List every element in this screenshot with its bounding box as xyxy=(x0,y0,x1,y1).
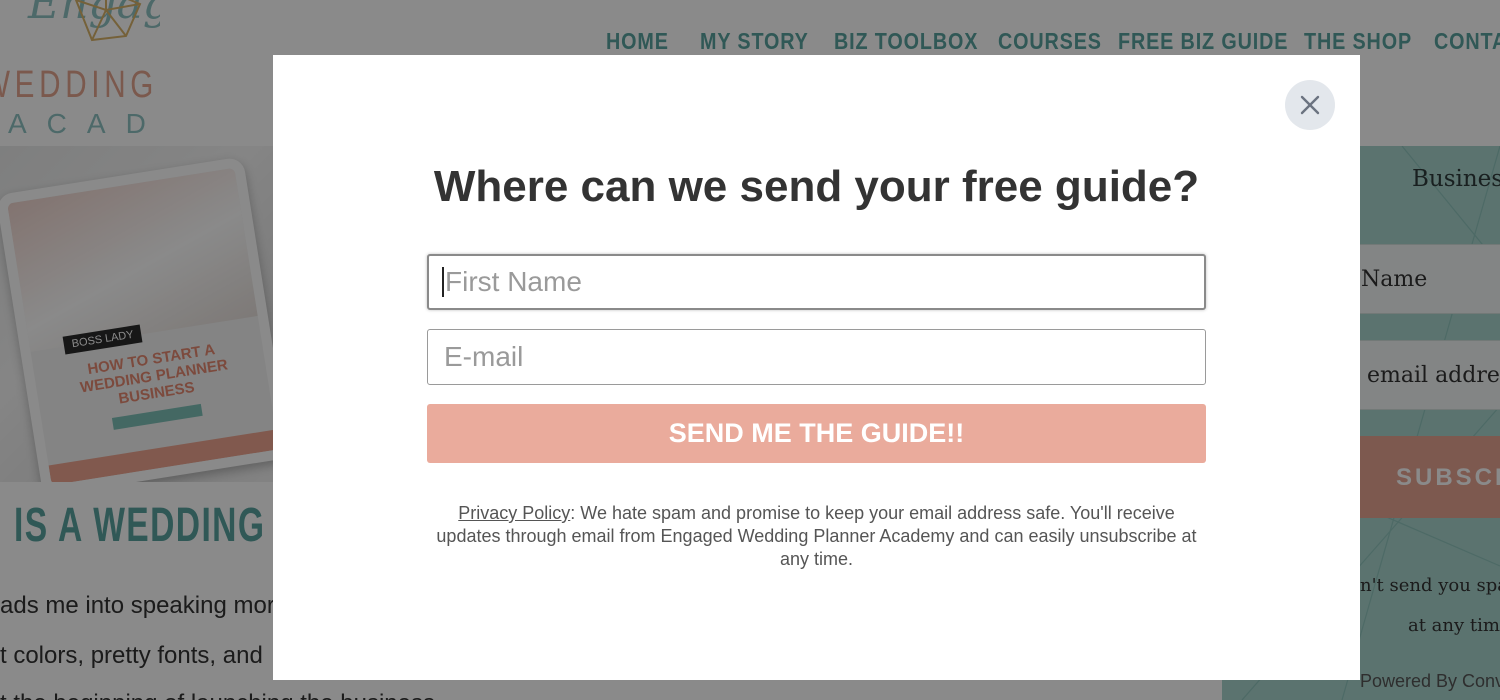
text-cursor xyxy=(442,267,444,297)
modal-title: Where can we send your free guide? xyxy=(433,162,1200,211)
optin-modal: Where can we send your free guide? SEND … xyxy=(273,55,1360,680)
privacy-policy-link[interactable]: Privacy Policy xyxy=(458,503,570,523)
email-field[interactable] xyxy=(427,329,1206,385)
close-button[interactable] xyxy=(1285,80,1335,130)
close-icon xyxy=(1300,95,1320,115)
privacy-notice: Privacy Policy: We hate spam and promise… xyxy=(425,502,1208,571)
first-name-field[interactable] xyxy=(427,254,1206,310)
send-guide-button[interactable]: SEND ME THE GUIDE!! xyxy=(427,404,1206,463)
